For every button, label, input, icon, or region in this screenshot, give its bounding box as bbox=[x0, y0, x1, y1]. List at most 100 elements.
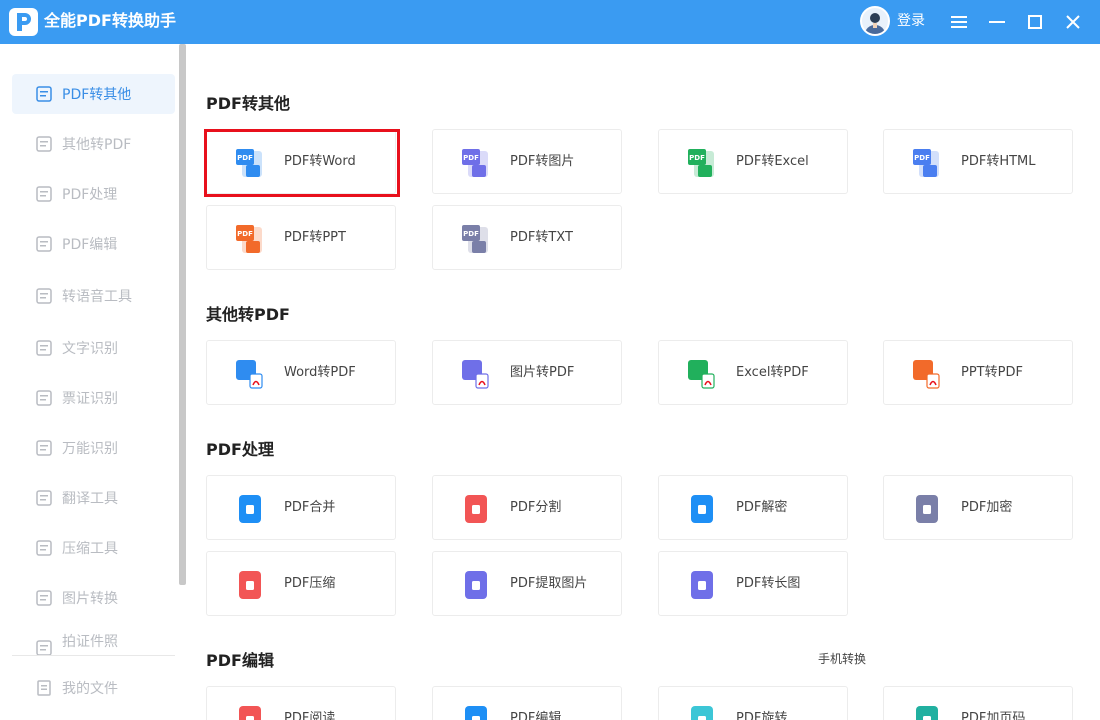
pdf-page-number-card[interactable]: PDF加页码 bbox=[883, 686, 1073, 720]
sidebar-item-label: 其他转PDF bbox=[62, 137, 132, 153]
pdf-edit-card[interactable]: PDF编辑 bbox=[432, 686, 622, 720]
pdf-read-icon bbox=[234, 704, 266, 720]
pdf-long-image-card[interactable]: PDF转长图 bbox=[658, 551, 848, 616]
pdf-decrypt-icon bbox=[686, 493, 718, 525]
card-label: PDF阅读 bbox=[284, 711, 336, 720]
sidebar-item-label: 转语音工具 bbox=[62, 289, 132, 305]
sidebar-item-label: 我的文件 bbox=[62, 681, 118, 697]
svg-text:PDF: PDF bbox=[914, 154, 930, 162]
card-label: PDF加页码 bbox=[961, 711, 1026, 720]
universal-ocr-icon bbox=[35, 439, 53, 457]
text-ocr-icon bbox=[35, 339, 53, 357]
pdf-process-icon bbox=[35, 185, 53, 203]
pdf-to-word-icon: PDF bbox=[234, 147, 266, 179]
card-label: Word转PDF bbox=[284, 365, 356, 380]
sidebar-item-label: PDF转其他 bbox=[62, 87, 132, 103]
excel-to-pdf-card[interactable]: Excel转PDF bbox=[658, 340, 848, 405]
pdf-edit-icon bbox=[460, 704, 492, 720]
pdf-rotate-card[interactable]: PDF旋转 bbox=[658, 686, 848, 720]
sidebar-item-compress-tools[interactable]: 压缩工具 bbox=[12, 528, 175, 568]
svg-text:PDF: PDF bbox=[237, 230, 253, 238]
pdf-extract-image-card[interactable]: PDF提取图片 bbox=[432, 551, 622, 616]
pdf-to-txt-card[interactable]: PDF PDF转TXT bbox=[432, 205, 622, 270]
sidebar-item-pdf-to-other[interactable]: PDF转其他 bbox=[12, 74, 175, 114]
pdf-to-word-card[interactable]: PDF PDF转Word bbox=[206, 129, 396, 194]
maximize-icon[interactable] bbox=[1020, 7, 1050, 37]
card-label: PDF转图片 bbox=[510, 154, 575, 169]
title-bar: 全能PDF转换助手 登录 bbox=[0, 0, 1100, 44]
minimize-icon[interactable] bbox=[982, 7, 1012, 37]
ppt-to-pdf-card[interactable]: PPT转PDF bbox=[883, 340, 1073, 405]
card-label: PDF提取图片 bbox=[510, 576, 588, 591]
pdf-extract-image-icon bbox=[460, 569, 492, 601]
pdf-rotate-icon bbox=[686, 704, 718, 720]
sidebar-item-text-ocr[interactable]: 文字识别 bbox=[12, 328, 175, 368]
card-label: PDF旋转 bbox=[736, 711, 788, 720]
pdf-edit-icon bbox=[35, 235, 53, 253]
pdf-to-html-card[interactable]: PDF PDF转HTML bbox=[883, 129, 1073, 194]
card-label: PDF转PPT bbox=[284, 230, 346, 245]
pdf-merge-card[interactable]: PDF合并 bbox=[206, 475, 396, 540]
pdf-to-excel-card[interactable]: PDF PDF转Excel bbox=[658, 129, 848, 194]
svg-text:PDF: PDF bbox=[237, 154, 253, 162]
word-to-pdf-card[interactable]: Word转PDF bbox=[206, 340, 396, 405]
sidebar-scrollbar[interactable] bbox=[179, 44, 186, 585]
image-to-pdf-card[interactable]: 图片转PDF bbox=[432, 340, 622, 405]
pdf-decrypt-card[interactable]: PDF解密 bbox=[658, 475, 848, 540]
main-content: PDF转其他 PDF PDF转Word PDF PDF转图片 PDF PDF转Excel PD… bbox=[186, 44, 1100, 720]
sidebar-item-label: 万能识别 bbox=[62, 441, 118, 457]
sidebar-item-label: 文字识别 bbox=[62, 341, 118, 357]
pdf-encrypt-icon bbox=[911, 493, 943, 525]
card-label: PDF转Word bbox=[284, 154, 356, 169]
svg-text:PDF: PDF bbox=[689, 154, 705, 162]
card-label: PDF编辑 bbox=[510, 711, 562, 720]
section-pdf-process-title: PDF处理 bbox=[206, 440, 274, 459]
pdf-to-html-icon: PDF bbox=[911, 147, 943, 179]
svg-text:PDF: PDF bbox=[463, 230, 479, 238]
sidebar-item-image-convert[interactable]: 图片转换 bbox=[12, 578, 175, 618]
sidebar-item-label: PDF编辑 bbox=[62, 237, 118, 253]
avatar[interactable] bbox=[860, 6, 890, 36]
pdf-merge-icon bbox=[234, 493, 266, 525]
pdf-page-number-icon bbox=[911, 704, 943, 720]
card-label: 图片转PDF bbox=[510, 365, 575, 380]
sidebar-item-ticket-ocr[interactable]: 票证识别 bbox=[12, 378, 175, 418]
word-to-pdf-icon bbox=[234, 358, 266, 390]
sidebar-item-label: 图片转换 bbox=[62, 591, 118, 607]
pdf-split-card[interactable]: PDF分割 bbox=[432, 475, 622, 540]
phone-convert-link[interactable]: 手机转换 bbox=[818, 650, 866, 667]
compress-tools-icon bbox=[35, 539, 53, 557]
card-label: PDF转Excel bbox=[736, 154, 809, 169]
sidebar-item-label: 翻译工具 bbox=[62, 491, 118, 507]
pdf-to-ppt-icon: PDF bbox=[234, 223, 266, 255]
pdf-compress-card[interactable]: PDF压缩 bbox=[206, 551, 396, 616]
pdf-read-card[interactable]: PDF阅读 bbox=[206, 686, 396, 720]
image-convert-icon bbox=[35, 589, 53, 607]
pdf-split-icon bbox=[460, 493, 492, 525]
section-pdf-to-other-title: PDF转其他 bbox=[206, 94, 290, 113]
pdf-to-image-card[interactable]: PDF PDF转图片 bbox=[432, 129, 622, 194]
sidebar-item-universal-ocr[interactable]: 万能识别 bbox=[12, 428, 175, 468]
pdf-to-txt-icon: PDF bbox=[460, 223, 492, 255]
card-label: PDF转HTML bbox=[961, 154, 1036, 169]
sidebar-item-other-to-pdf[interactable]: 其他转PDF bbox=[12, 124, 175, 164]
card-label: PDF压缩 bbox=[284, 576, 336, 591]
ppt-to-pdf-icon bbox=[911, 358, 943, 390]
close-icon[interactable] bbox=[1058, 7, 1088, 37]
sidebar-item-tts-tools[interactable]: 转语音工具 bbox=[12, 276, 175, 316]
sidebar-item-translate-tools[interactable]: 翻译工具 bbox=[12, 478, 175, 518]
sidebar-divider bbox=[12, 655, 175, 656]
sidebar-item-id-photo[interactable]: 拍证件照 bbox=[12, 628, 175, 656]
menu-icon[interactable] bbox=[944, 7, 974, 37]
sidebar-item-label: 拍证件照 bbox=[62, 633, 118, 650]
login-button[interactable]: 登录 bbox=[897, 0, 925, 44]
sidebar-item-my-files[interactable]: 我的文件 bbox=[12, 668, 175, 708]
pdf-long-image-icon bbox=[686, 569, 718, 601]
pdf-to-ppt-card[interactable]: PDF PDF转PPT bbox=[206, 205, 396, 270]
card-label: PDF合并 bbox=[284, 500, 336, 515]
card-label: Excel转PDF bbox=[736, 365, 809, 380]
sidebar-item-pdf-edit[interactable]: PDF编辑 bbox=[12, 224, 175, 264]
sidebar-item-pdf-process[interactable]: PDF处理 bbox=[12, 174, 175, 214]
pdf-encrypt-card[interactable]: PDF加密 bbox=[883, 475, 1073, 540]
card-label: PDF加密 bbox=[961, 500, 1013, 515]
